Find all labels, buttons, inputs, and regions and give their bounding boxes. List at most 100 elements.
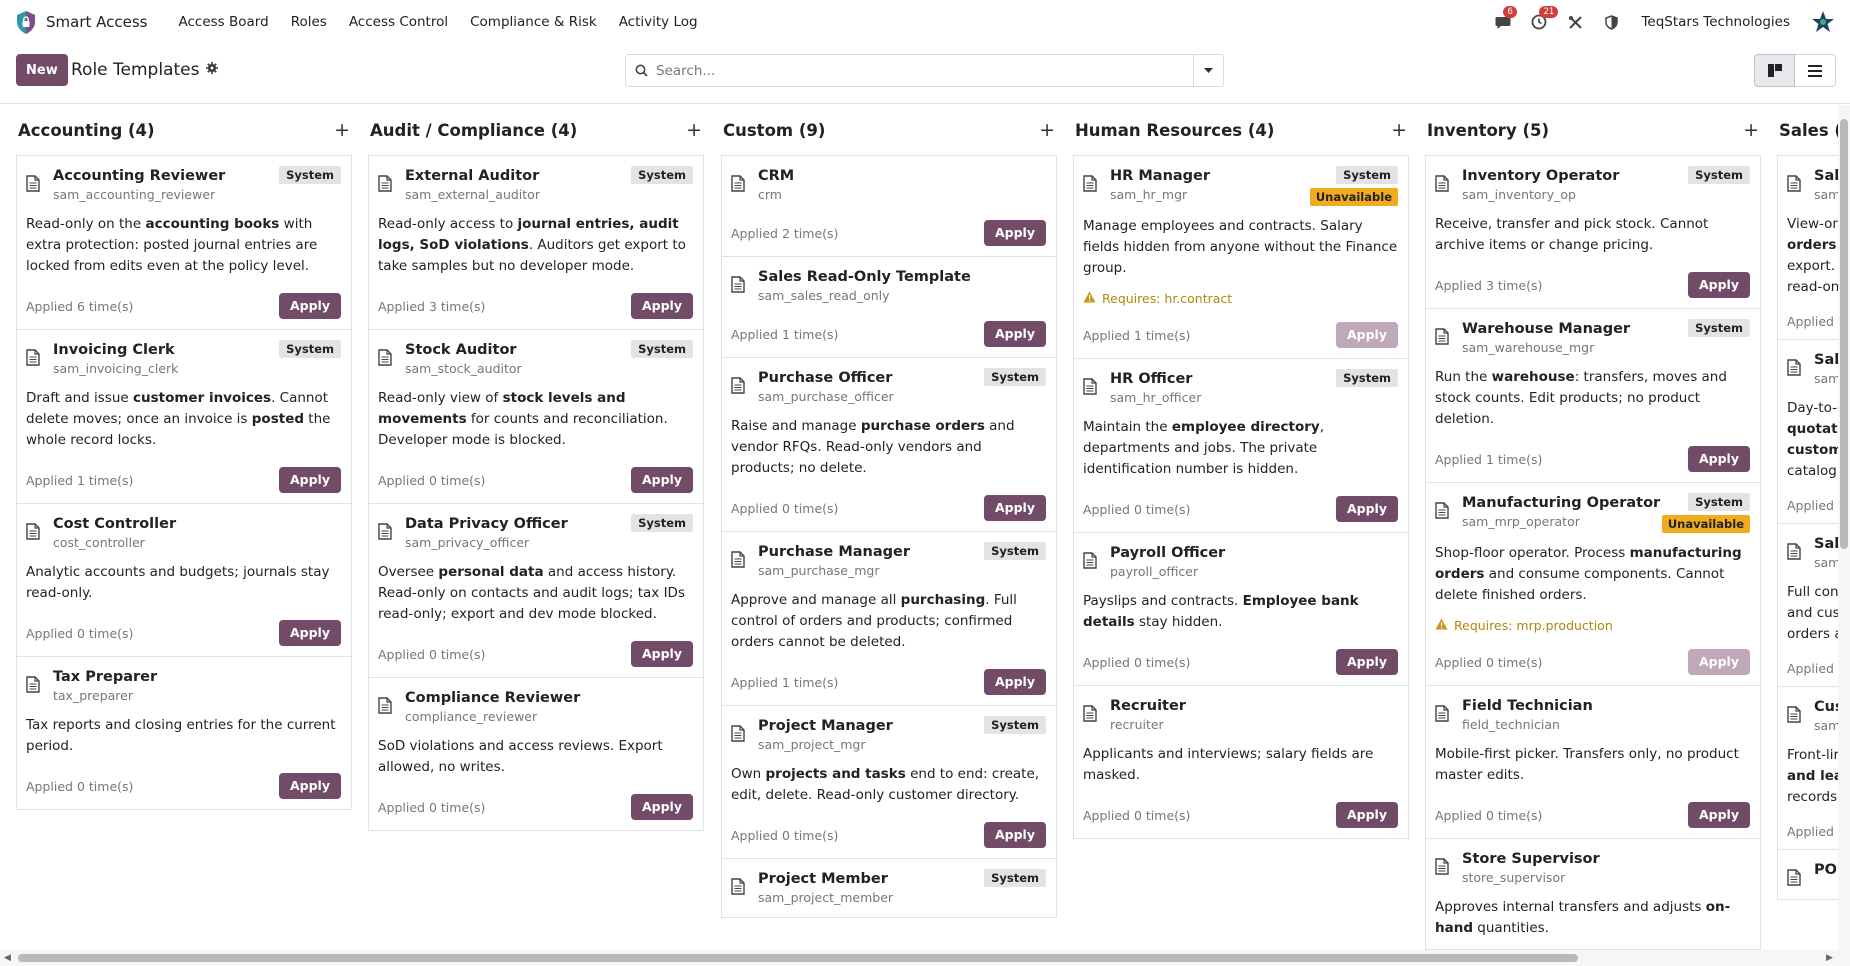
apply-button[interactable]: Apply xyxy=(983,321,1046,347)
role-template-card[interactable]: External Auditor sam_external_auditor Syst… xyxy=(369,156,703,330)
column-header[interactable]: Custom (9) + xyxy=(721,105,1057,155)
kanban-view-icon[interactable] xyxy=(1754,54,1795,87)
role-template-card[interactable]: Field Technician field_technician Mobile-f… xyxy=(1426,686,1760,839)
template-code: sam_stock_auditor xyxy=(405,361,522,376)
new-button[interactable]: New xyxy=(16,54,68,86)
role-template-card[interactable]: Sale sam Day-to-c quotati custom catalogu A… xyxy=(1778,340,1838,524)
scroll-left-icon[interactable]: ◀ xyxy=(4,953,11,963)
column-add-plus-icon[interactable]: + xyxy=(1391,119,1407,141)
template-code: compliance_reviewer xyxy=(405,709,538,724)
role-template-card[interactable]: Project Manager sam_project_mgr System Own … xyxy=(722,706,1056,859)
role-template-card[interactable]: Data Privacy Officer sam_privacy_officer S… xyxy=(369,504,703,678)
gear-icon[interactable] xyxy=(206,62,219,78)
role-template-card[interactable]: Inventory Operator sam_inventory_op System… xyxy=(1426,156,1760,309)
column-header[interactable]: Sales (8 xyxy=(1777,105,1838,155)
apply-button[interactable]: Apply xyxy=(1687,802,1750,828)
horizontal-scroll-thumb[interactable] xyxy=(18,954,1578,962)
menu-access-control[interactable]: Access Control xyxy=(338,14,459,30)
applied-count: Applied 3 time(s) xyxy=(378,298,486,314)
apply-button[interactable]: Apply xyxy=(630,293,693,319)
role-template-card[interactable]: HR Officer sam_hr_officer System Maintain t… xyxy=(1074,359,1408,533)
role-template-card[interactable]: Purchase Manager sam_purchase_mgr System Ap… xyxy=(722,532,1056,706)
menu-access-board[interactable]: Access Board xyxy=(168,14,280,30)
apply-button[interactable]: Apply xyxy=(1335,649,1398,675)
column-header[interactable]: Accounting (4) + xyxy=(16,105,352,155)
company-switcher[interactable]: TeqStars Technologies xyxy=(1641,14,1790,30)
role-template-card[interactable]: Sale sam View-on orders. export. read-on Ap… xyxy=(1778,156,1838,340)
apply-button[interactable]: Apply xyxy=(278,773,341,799)
document-icon xyxy=(731,551,748,571)
horizontal-scrollbar[interactable]: ◀ ▶ xyxy=(0,950,1850,966)
role-template-card[interactable]: Cus sam Front-lir and lea records Applied xyxy=(1778,687,1838,850)
column-add-plus-icon[interactable]: + xyxy=(1743,119,1759,141)
list-view-icon[interactable] xyxy=(1795,54,1836,87)
user-avatar-icon[interactable] xyxy=(1810,9,1836,35)
role-template-card[interactable]: Invoicing Clerk sam_invoicing_clerk System… xyxy=(17,330,351,504)
tools-icon[interactable] xyxy=(1565,12,1585,32)
role-template-card[interactable]: Manufacturing Operator sam_mrp_operator Sy… xyxy=(1426,483,1760,686)
menu-activity-log[interactable]: Activity Log xyxy=(608,14,709,30)
column-header[interactable]: Audit / Compliance (4) + xyxy=(368,105,704,155)
role-template-card[interactable]: Store Supervisor store_supervisor Approves… xyxy=(1426,839,1760,950)
role-template-card[interactable]: Tax Preparer tax_preparer Tax reports and … xyxy=(17,657,351,810)
role-template-card[interactable]: Accounting Reviewer sam_accounting_review… xyxy=(17,156,351,330)
role-template-card[interactable]: Payroll Officer payroll_officer Payslips a… xyxy=(1074,533,1408,686)
apply-button[interactable]: Apply xyxy=(983,822,1046,848)
scroll-right-icon[interactable]: ▶ xyxy=(1826,953,1833,963)
role-template-card[interactable]: Recruiter recruiter Applicants and intervi… xyxy=(1074,686,1408,839)
template-name: CRM xyxy=(758,168,795,184)
role-template-card[interactable]: Sale sam Full con and cust orders a Applied xyxy=(1778,524,1838,687)
column-add-plus-icon[interactable]: + xyxy=(334,119,350,141)
apply-button[interactable]: Apply xyxy=(1687,446,1750,472)
system-badge: System xyxy=(631,514,693,532)
apply-button[interactable]: Apply xyxy=(278,293,341,319)
apply-button[interactable]: Apply xyxy=(1687,272,1750,298)
template-description: Approve and manage all purchasing. Full … xyxy=(731,592,1017,650)
column-add-plus-icon[interactable]: + xyxy=(686,119,702,141)
document-icon xyxy=(1787,359,1804,379)
messages-icon[interactable]: 6 xyxy=(1493,6,1517,32)
column-title: Inventory (5) xyxy=(1427,120,1550,140)
apply-button[interactable]: Apply xyxy=(278,620,341,646)
role-template-card[interactable]: POS xyxy=(1778,850,1838,900)
applied-count: Applied xyxy=(1787,824,1834,839)
role-template-card[interactable]: CRM crm Applied 2 time(s) Apply xyxy=(722,156,1056,257)
column-add-plus-icon[interactable]: + xyxy=(1039,119,1055,141)
template-name: Tax Preparer xyxy=(53,669,158,685)
apply-button[interactable]: Apply xyxy=(983,669,1046,695)
column-header[interactable]: Human Resources (4) + xyxy=(1073,105,1409,155)
vertical-scrollbar[interactable] xyxy=(1838,105,1850,950)
role-template-card[interactable]: Compliance Reviewer compliance_reviewer So… xyxy=(369,678,703,831)
activities-clock-icon[interactable]: 21 xyxy=(1529,6,1559,32)
role-template-card[interactable]: Warehouse Manager sam_warehouse_mgr System… xyxy=(1426,309,1760,483)
vertical-scroll-thumb[interactable] xyxy=(1840,119,1848,549)
template-description: Draft and issue customer invoices. Canno… xyxy=(26,390,331,448)
role-template-card[interactable]: Stock Auditor sam_stock_auditor System Read… xyxy=(369,330,703,504)
role-template-card[interactable]: Cost Controller cost_controller Analytic a… xyxy=(17,504,351,657)
template-code: sam_inventory_op xyxy=(1462,187,1576,202)
search-options-caret-icon[interactable] xyxy=(1193,55,1223,86)
apply-button[interactable]: Apply xyxy=(630,641,693,667)
apply-button[interactable]: Apply xyxy=(630,794,693,820)
applied-count: Applied 1 time(s) xyxy=(731,326,839,342)
menu-compliance-risk[interactable]: Compliance & Risk xyxy=(459,14,608,30)
column-header[interactable]: Inventory (5) + xyxy=(1425,105,1761,155)
template-description: Oversee personal data and access history… xyxy=(378,564,685,622)
apply-button[interactable]: Apply xyxy=(1335,496,1398,522)
shield-icon[interactable] xyxy=(1601,12,1621,32)
apply-button[interactable]: Apply xyxy=(1335,802,1398,828)
apply-button[interactable]: Apply xyxy=(983,220,1046,246)
applied-count: Applied 0 time(s) xyxy=(378,472,486,488)
menu-roles[interactable]: Roles xyxy=(280,14,338,30)
role-template-card[interactable]: Project Member sam_project_member System xyxy=(722,859,1056,918)
role-template-card[interactable]: Sales Read-Only Template sam_sales_read_o… xyxy=(722,257,1056,358)
apply-button[interactable]: Apply xyxy=(278,467,341,493)
template-name: Field Technician xyxy=(1462,698,1593,714)
role-template-card[interactable]: HR Manager sam_hr_mgr System Unavailable Man… xyxy=(1074,156,1408,359)
apply-button[interactable]: Apply xyxy=(630,467,693,493)
apply-button[interactable]: Apply xyxy=(983,495,1046,521)
brand[interactable]: Smart Access xyxy=(14,9,148,35)
search-input[interactable]: Search... xyxy=(656,63,1193,79)
role-template-card[interactable]: Purchase Officer sam_purchase_officer Syst… xyxy=(722,358,1056,532)
template-name: Cus xyxy=(1814,699,1838,715)
